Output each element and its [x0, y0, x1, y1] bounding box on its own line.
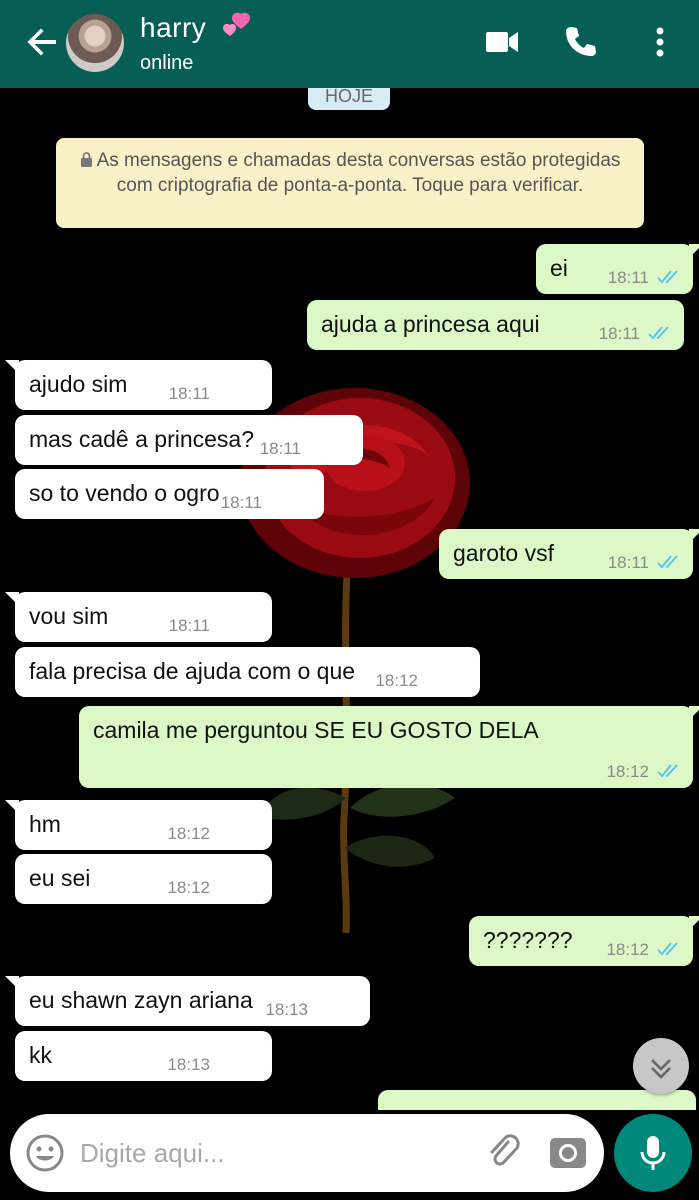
incoming-message[interactable]: eu sei 18:12	[15, 854, 272, 904]
arrow-left-icon[interactable]	[22, 22, 62, 62]
message-time: 18:11	[598, 324, 640, 343]
incoming-message[interactable]: fala precisa de ajuda com o que 18:12	[15, 647, 480, 697]
message-time: 18:11	[607, 268, 649, 287]
message-text: camila me perguntou SE EU GOSTO DELA	[93, 717, 539, 743]
message-text: eu shawn zayn ariana	[29, 987, 253, 1013]
contact-name[interactable]: harry	[140, 12, 206, 43]
message-time: 18:12	[167, 878, 210, 897]
contact-name-row[interactable]: harry	[140, 12, 255, 44]
bubble-tail	[689, 916, 699, 930]
outgoing-message[interactable]: ajuda a princesa aqui 18:11	[307, 300, 684, 350]
phone-icon[interactable]	[560, 22, 600, 62]
outgoing-message[interactable]: ??????? 18:12	[469, 916, 699, 966]
smiley-icon[interactable]	[24, 1132, 66, 1174]
incoming-message[interactable]: eu shawn zayn ariana 18:13	[5, 976, 370, 1026]
message-time: 18:11	[607, 553, 649, 572]
bubble-tail	[689, 244, 699, 258]
message-text: ajudo sim	[29, 371, 128, 397]
incoming-message[interactable]: hm 18:12	[5, 800, 272, 850]
message-time: 18:13	[265, 1000, 308, 1019]
message-time: 18:11	[168, 384, 210, 403]
bubble-tail	[5, 800, 19, 814]
message-text: kk	[29, 1042, 52, 1068]
message-time: 18:12	[375, 671, 418, 690]
message-text: so to vendo o ogro	[29, 480, 220, 506]
incoming-message[interactable]: mas cadê a princesa? 18:11	[15, 415, 363, 465]
message-text: hm	[29, 811, 61, 837]
read-receipt-icon	[657, 270, 678, 284]
message-text: mas cadê a princesa?	[29, 426, 255, 452]
encryption-notice[interactable]: As mensagens e chamadas desta conversas …	[56, 138, 644, 228]
read-receipt-icon	[657, 942, 678, 956]
more-vert-icon[interactable]	[640, 22, 680, 62]
incoming-message[interactable]: ajudo sim 18:11	[5, 360, 272, 410]
message-input[interactable]	[80, 1134, 460, 1172]
outgoing-message[interactable]: garoto vsf 18:11	[439, 529, 699, 579]
message-text: ???????	[483, 927, 573, 953]
message-text: eu sei	[29, 865, 91, 891]
message-time: 18:13	[167, 1055, 210, 1074]
message-time: 18:12	[606, 940, 649, 959]
read-receipt-icon	[657, 764, 678, 778]
message-text: garoto vsf	[453, 540, 554, 566]
microphone-button[interactable]	[614, 1114, 692, 1192]
message-text: fala precisa de ajuda com o que	[29, 658, 356, 684]
incoming-message[interactable]: so to vendo o ogro 18:11	[15, 469, 324, 519]
outgoing-message[interactable]: ei 18:11	[536, 244, 699, 294]
message-time: 18:12	[606, 762, 649, 781]
two-hearts-icon	[222, 12, 250, 36]
chat-header: harry online	[0, 0, 699, 88]
outgoing-message[interactable]: camila me perguntou SE EU GOSTO DELA 18:1…	[79, 706, 699, 788]
incoming-message[interactable]: vou sim 18:11	[5, 592, 272, 642]
message-time: 18:11	[220, 493, 262, 512]
scroll-to-bottom-button[interactable]	[633, 1038, 689, 1094]
contact-status: online	[140, 52, 194, 74]
chevron-double-down-icon	[651, 1059, 671, 1079]
message-time: 18:12	[167, 824, 210, 843]
bubble-tail	[689, 529, 699, 543]
lock-icon	[80, 152, 92, 167]
incoming-message[interactable]: kk 18:13	[15, 1031, 272, 1081]
message-text: vou sim	[29, 603, 109, 629]
paperclip-icon[interactable]	[484, 1132, 524, 1172]
avatar[interactable]	[66, 14, 124, 72]
video-camera-icon[interactable]	[482, 22, 522, 62]
message-text: ei	[550, 255, 568, 281]
message-time: 18:11	[259, 439, 301, 458]
microphone-icon	[640, 1136, 666, 1170]
camera-icon[interactable]	[548, 1132, 588, 1172]
message-time: 18:11	[168, 616, 210, 635]
message-text: ajuda a princesa aqui	[321, 311, 540, 337]
bubble-tail	[689, 706, 699, 720]
read-receipt-icon	[657, 555, 678, 569]
message-composer	[10, 1114, 604, 1192]
date-chip: HOJE	[308, 88, 390, 110]
read-receipt-icon	[648, 326, 669, 340]
bubble-tail	[5, 360, 19, 374]
bubble-tail	[5, 976, 19, 990]
chat-area[interactable]: HOJE As mensagens e chamadas desta conve…	[0, 88, 699, 1110]
bubble-tail	[5, 592, 19, 606]
encryption-notice-text: As mensagens e chamadas desta conversas …	[96, 150, 621, 196]
